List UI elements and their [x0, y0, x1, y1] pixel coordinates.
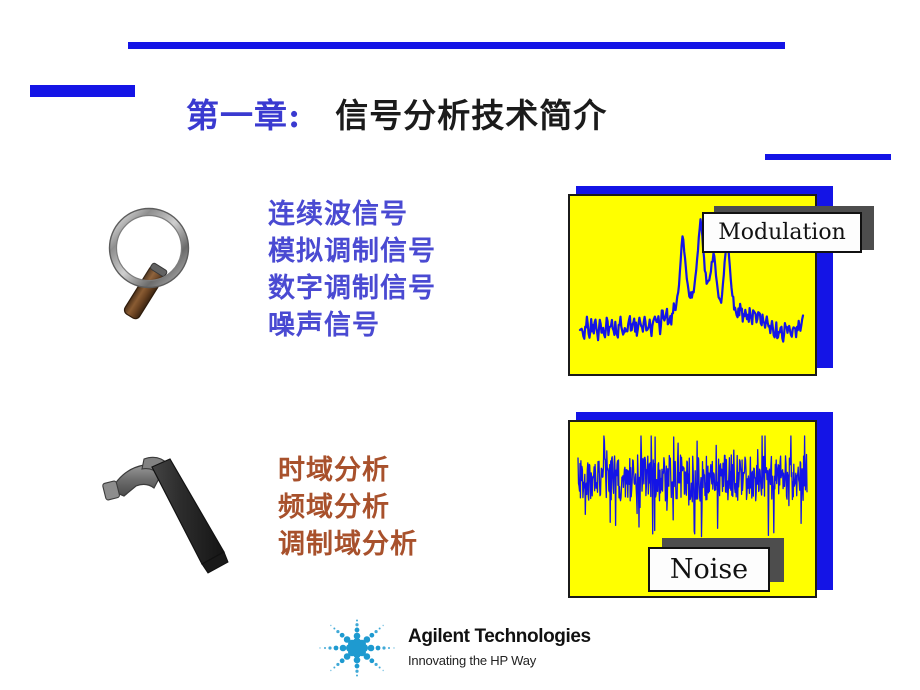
noise-caption: Noise: [648, 538, 796, 592]
logo-name: Agilent Technologies: [408, 626, 591, 647]
list-item: 连续波信号: [268, 199, 408, 230]
list-item: 调制域分析: [278, 529, 418, 560]
analysis-type-list: 时域分析 频域分析 调制域分析: [278, 452, 418, 563]
page-title: 第一章: 信号分析技术简介: [186, 89, 607, 137]
title-heading: 信号分析技术简介: [335, 96, 608, 135]
agilent-logo: Agilent Technologies Innovating the HP W…: [318, 615, 618, 681]
list-item: 数字调制信号: [268, 273, 436, 304]
left-accent-bar: [30, 85, 135, 97]
list-item: 模拟调制信号: [268, 236, 436, 267]
right-accent-bar: [765, 154, 891, 160]
noise-trace: [577, 435, 808, 538]
list-item: 噪声信号: [268, 310, 380, 341]
signal-type-list: 连续波信号 模拟调制信号 数字调制信号 噪声信号: [268, 196, 436, 344]
slide: 第一章: 信号分析技术简介 连续波信号 模拟调制信号 数字调制信号 噪声信号 时…: [0, 0, 920, 690]
top-accent-bar: [128, 42, 785, 49]
list-item: 时域分析: [278, 455, 390, 486]
modulation-caption: Modulation: [702, 206, 874, 253]
logo-wordmark: Agilent Technologies Innovating the HP W…: [408, 626, 591, 670]
title-chapter: 第一章:: [186, 96, 302, 135]
caption-label: Noise: [648, 547, 770, 592]
list-item: 频域分析: [278, 492, 390, 523]
logo-tagline: Innovating the HP Way: [408, 653, 537, 668]
magnifier-icon: [92, 196, 222, 331]
agilent-ping-icon: [318, 615, 396, 681]
caption-label: Modulation: [702, 212, 862, 253]
hammer-icon: [102, 442, 238, 578]
